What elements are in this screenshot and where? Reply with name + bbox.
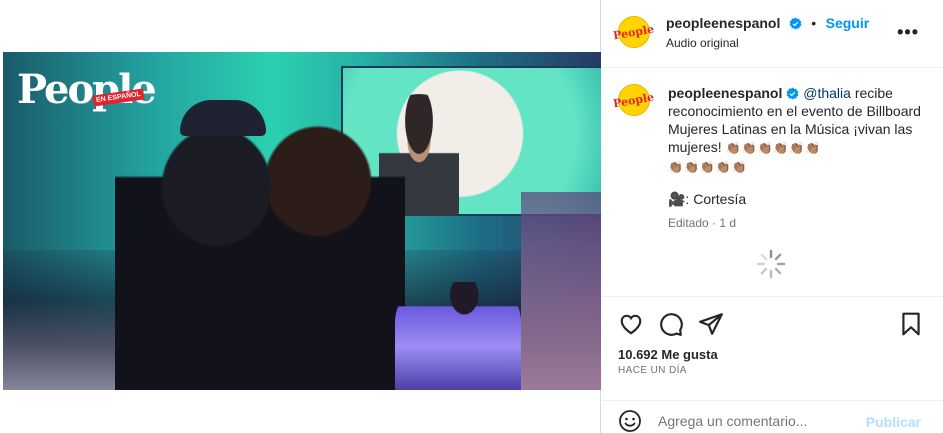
dancing-couple — [115, 100, 405, 390]
clap-emojis: 👏🏽👏🏽👏🏽👏🏽👏🏽👏🏽 — [725, 141, 822, 155]
follow-button[interactable]: Seguir — [826, 15, 870, 31]
separator-dot: • — [811, 15, 817, 31]
header-title-row: peopleenespanol • Seguir — [666, 15, 869, 33]
post-time[interactable]: HACE UN DÍA — [618, 365, 687, 376]
post-header: People peopleenespanol • Seguir Audio or… — [602, 0, 943, 68]
post-details-pane: People peopleenespanol • Seguir Audio or… — [602, 0, 943, 433]
media-pane: People EN ESPAÑOL — [0, 0, 601, 433]
mention-link[interactable]: @thalia — [803, 85, 851, 101]
action-bar: 10.692 Me gusta HACE UN DÍA — [602, 296, 943, 392]
comment-icon[interactable] — [658, 311, 684, 337]
heart-icon[interactable] — [618, 311, 644, 337]
comment-input[interactable] — [658, 413, 858, 429]
publish-button[interactable]: Publicar — [866, 414, 921, 430]
share-icon[interactable] — [698, 311, 724, 337]
avatar[interactable]: People — [613, 16, 655, 48]
caption-text-block: peopleenespanol @thalia recibe reconocim… — [668, 84, 938, 232]
background-guest — [521, 192, 601, 390]
comment-bar: Publicar — [602, 400, 943, 433]
likes-count[interactable]: 10.692 Me gusta — [618, 347, 718, 362]
clap-emojis-2: 👏🏽👏🏽👏🏽👏🏽👏🏽 — [668, 160, 748, 174]
verified-badge-icon — [789, 17, 802, 30]
caption-avatar[interactable]: People — [613, 84, 655, 116]
avatar-logo: People — [612, 90, 656, 110]
verified-badge-icon — [786, 87, 799, 100]
avatar-logo: People — [612, 22, 656, 42]
edited-meta: Editado · 1 d — [668, 216, 737, 230]
table-light — [3, 300, 123, 390]
cap — [180, 100, 266, 136]
loading-spinner-icon — [756, 249, 786, 279]
audio-label[interactable]: Audio original — [666, 36, 739, 50]
emoji-icon[interactable] — [618, 409, 642, 433]
bookmark-icon[interactable] — [898, 311, 924, 337]
caption-username[interactable]: peopleenespanol — [668, 85, 782, 101]
post-video[interactable]: People EN ESPAÑOL — [3, 52, 601, 390]
credit-line: 🎥: Cortesía — [668, 191, 747, 207]
guest-foreground — [395, 282, 521, 390]
header-username[interactable]: peopleenespanol — [666, 15, 780, 31]
more-options-icon[interactable]: ••• — [897, 22, 919, 43]
